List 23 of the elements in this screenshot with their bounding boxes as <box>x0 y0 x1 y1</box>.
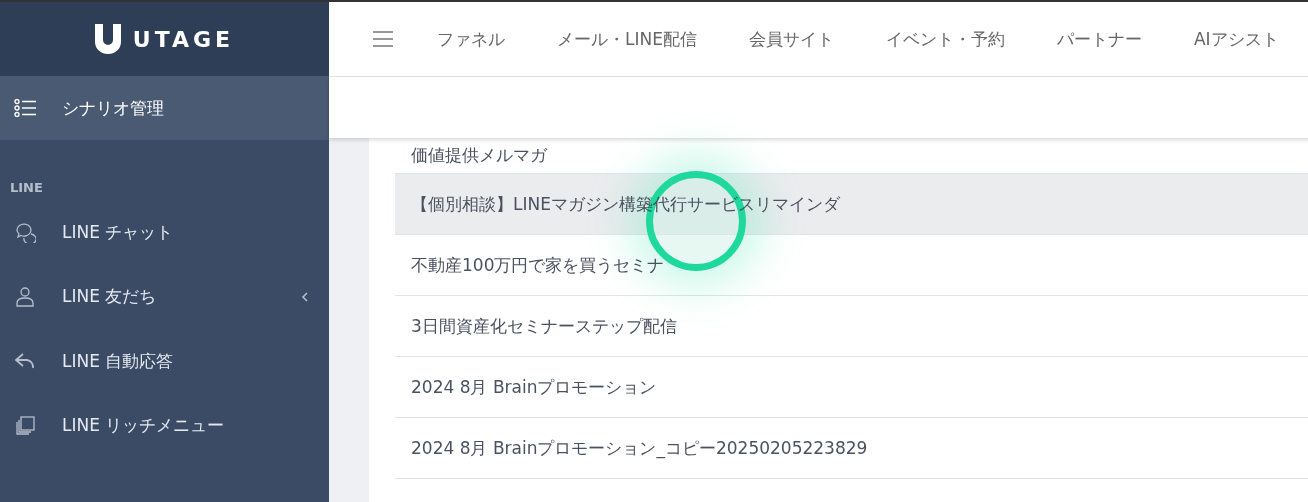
sidebar-item[interactable]: LINE リッチメニュー <box>0 393 329 458</box>
list-row[interactable]: 2024 8月 Brainプロモーション <box>395 357 1308 418</box>
list-icon <box>14 99 36 117</box>
person-icon <box>14 285 36 308</box>
nav-link[interactable]: パートナー <box>1056 27 1142 51</box>
chat-icon <box>14 221 36 244</box>
nav-link[interactable]: ファネル <box>437 27 505 51</box>
sidebar-item[interactable]: LINE 自動応答 <box>0 329 329 394</box>
nav-link[interactable]: イベント・予約 <box>885 27 1005 51</box>
list-row[interactable]: 3日間資産化セミナーステップ配信 <box>395 296 1308 357</box>
menu-icon[interactable] <box>373 31 393 47</box>
logo-icon <box>94 24 121 54</box>
list-row[interactable]: 2024 8月 Brainプロモーション_コピー20250205223829 <box>395 418 1308 479</box>
sidebar-item[interactable]: LINE チャット <box>0 200 329 265</box>
sidebar-item[interactable]: LINE 友だち <box>0 264 329 329</box>
logo-text: UTAGE <box>132 26 235 52</box>
list-row[interactable]: 不動産100万円で家を買うセミナ <box>395 235 1308 296</box>
layers-icon <box>14 414 36 437</box>
sidebar-item[interactable]: シナリオ管理 <box>0 76 329 140</box>
nav-link[interactable]: メール・LINE配信 <box>557 27 697 51</box>
section-heading: LINE <box>10 180 43 195</box>
nav-link[interactable]: 会員サイト <box>748 27 834 51</box>
nav-link[interactable]: AIアシスト <box>1193 27 1279 51</box>
